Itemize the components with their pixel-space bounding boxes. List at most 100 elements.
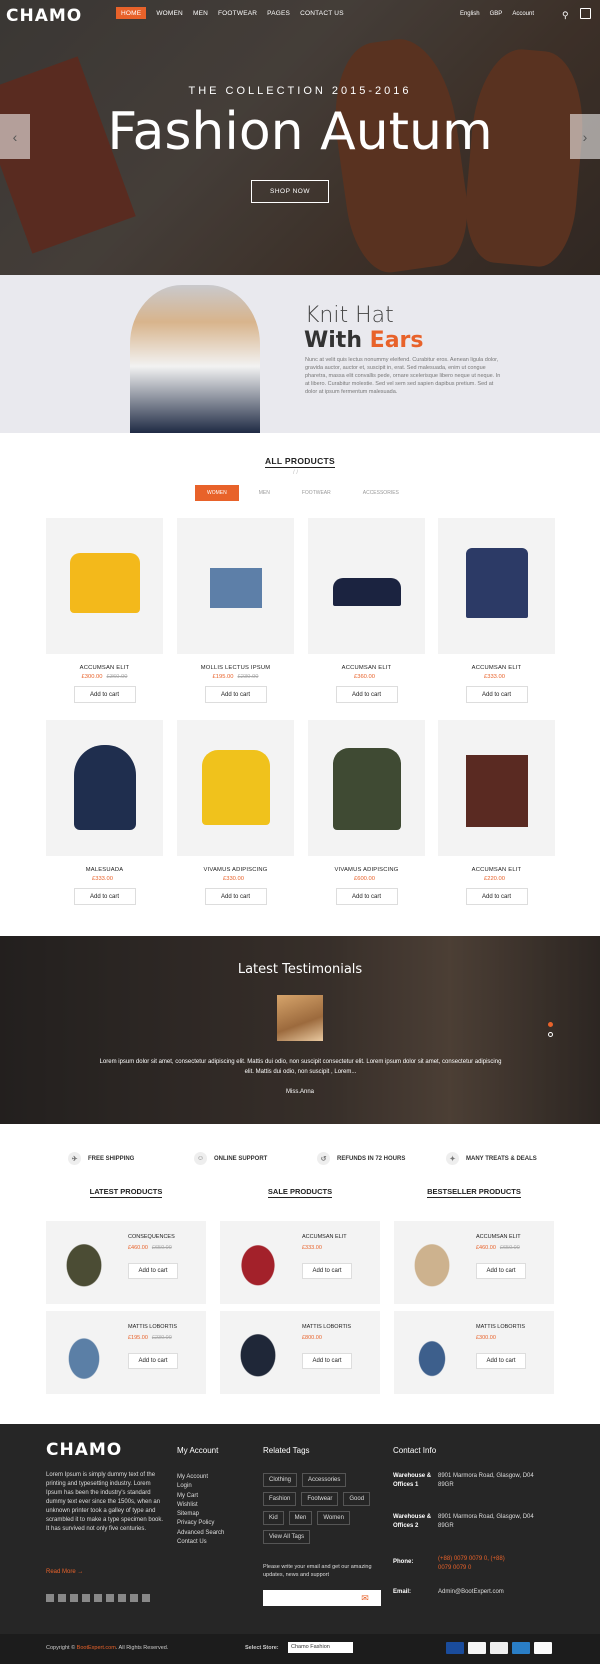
promo-banner[interactable] [0,275,600,433]
product-thumb[interactable] [402,1319,462,1385]
add-to-cart-button[interactable]: Add to cart [204,686,267,703]
tag[interactable]: Clothing [263,1473,298,1487]
product-card[interactable]: MALESUADA £333.00 Add to cart [46,720,163,905]
tag[interactable]: Women [317,1511,350,1525]
read-more-link[interactable]: Read More → [46,1569,83,1575]
product-card[interactable]: ACCUMSAN ELIT £220.00 Add to cart [438,720,555,905]
menu-pages[interactable]: PAGES [267,10,290,19]
add-to-cart-button[interactable]: Add to cart [204,888,267,905]
add-to-cart-button[interactable]: Add to cart [302,1353,352,1369]
contact-email[interactable]: Admin@BootExpert.com [438,1588,543,1597]
product-name[interactable]: MOLLIS LECTUS IPSUM [177,665,294,671]
dot-2[interactable] [548,1032,553,1037]
menu-men[interactable]: MEN [193,10,208,19]
product-name[interactable]: VIVAMUS ADIPISCING [308,867,425,873]
tag[interactable]: Accessories [302,1473,347,1487]
copyright-link[interactable]: BootExpert.com [77,1645,116,1651]
product-name[interactable]: CONSEQUENCES [128,1234,175,1240]
product-thumb[interactable] [228,1229,288,1295]
product-card[interactable]: ACCUMSAN ELIT £300.00 £360.00 Add to cart [46,518,163,703]
youtube-icon[interactable] [106,1594,114,1602]
product-name[interactable]: MATTIS LOBORTIS [128,1324,177,1330]
mini-product[interactable]: MATTIS LOBORTIS £300.00 Add to cart [394,1311,554,1394]
facebook-icon[interactable] [46,1594,54,1602]
link-privacy[interactable]: Privacy Policy [177,1520,224,1526]
add-to-cart-button[interactable]: Add to cart [465,888,528,905]
tab-footwear[interactable]: FOOTWEAR [290,485,343,501]
product-name[interactable]: VIVAMUS ADIPISCING [177,867,294,873]
add-to-cart-button[interactable]: Add to cart [73,686,136,703]
product-card[interactable]: MOLLIS LECTUS IPSUM £195.00 £230.00 Add t… [177,518,294,703]
product-image[interactable] [46,720,163,856]
product-name[interactable]: ACCUMSAN ELIT [438,665,555,671]
product-thumb[interactable] [402,1229,462,1295]
product-card[interactable]: VIVAMUS ADIPISCING £330.00 Add to cart [177,720,294,905]
mini-product[interactable]: MATTIS LOBORTIS £800.00 Add to cart [220,1311,380,1394]
add-to-cart-button[interactable]: Add to cart [128,1353,178,1369]
pinterest-icon[interactable] [82,1594,90,1602]
add-to-cart-button[interactable]: Add to cart [476,1353,526,1369]
tag[interactable]: Good [343,1492,371,1506]
newsletter-submit-icon[interactable]: ✉ [359,1592,371,1604]
tag[interactable]: Fashion [263,1492,297,1506]
product-card[interactable]: VIVAMUS ADIPISCING £600.00 Add to cart [308,720,425,905]
product-name[interactable]: MATTIS LOBORTIS [476,1324,525,1330]
product-name[interactable]: ACCUMSAN ELIT [476,1234,521,1240]
linkedin-icon[interactable] [94,1594,102,1602]
menu-contact[interactable]: CONTACT US [300,10,344,19]
rss-icon[interactable] [130,1594,138,1602]
mini-product[interactable]: MATTIS LOBORTIS £195.00 £230.00 Add to ca… [46,1311,206,1394]
shop-now-button[interactable]: SHOP NOW [251,180,329,203]
vimeo-icon[interactable] [142,1594,150,1602]
add-to-cart-button[interactable]: Add to cart [335,888,398,905]
product-name[interactable]: MATTIS LOBORTIS [302,1324,351,1330]
product-image[interactable] [308,720,425,856]
link-my-account[interactable]: My Account [177,1474,224,1480]
tag[interactable]: Kid [263,1511,284,1525]
product-image[interactable] [177,720,294,856]
search-icon[interactable]: ⚲ [562,10,569,21]
product-name[interactable]: MALESUADA [46,867,163,873]
google-plus-icon[interactable] [70,1594,78,1602]
product-image[interactable] [177,518,294,654]
product-name[interactable]: ACCUMSAN ELIT [46,665,163,671]
view-all-tags[interactable]: View All Tags [263,1530,311,1544]
link-contact[interactable]: Contact Us [177,1539,224,1545]
currency-select[interactable]: GBP [490,11,503,17]
add-to-cart-button[interactable]: Add to cart [465,686,528,703]
instagram-icon[interactable] [118,1594,126,1602]
tab-accessories[interactable]: ACCESSORIES [351,485,411,501]
add-to-cart-button[interactable]: Add to cart [73,888,136,905]
mini-product[interactable]: ACCUMSAN ELIT £460.00 £650.00 Add to cart [394,1221,554,1304]
tag[interactable]: Footwear [301,1492,339,1506]
logo[interactable]: CHAMO [6,6,82,26]
product-thumb[interactable] [54,1319,114,1385]
add-to-cart-button[interactable]: Add to cart [302,1263,352,1279]
tab-women[interactable]: WOMEN [195,485,239,501]
product-image[interactable] [308,518,425,654]
contact-phone[interactable]: (+88) 0079 0079 0, (+88) 0079 0079 0 [438,1555,508,1573]
tag[interactable]: Men [288,1511,313,1525]
product-name[interactable]: ACCUMSAN ELIT [302,1234,347,1240]
cart-icon[interactable] [580,8,591,19]
footer-logo[interactable]: CHAMO [46,1440,122,1460]
product-thumb[interactable] [228,1319,288,1385]
account-menu[interactable]: Account [512,11,534,17]
add-to-cart-button[interactable]: Add to cart [476,1263,526,1279]
language-select[interactable]: English [460,11,480,17]
mini-product[interactable]: CONSEQUENCES £460.00 £650.00 Add to cart [46,1221,206,1304]
product-image[interactable] [46,518,163,654]
link-advanced-search[interactable]: Advanced Search [177,1530,224,1536]
product-image[interactable] [438,720,555,856]
dot-1[interactable] [548,1022,553,1027]
menu-women[interactable]: WOMEN [156,10,183,19]
product-thumb[interactable] [54,1229,114,1295]
link-my-cart[interactable]: My Cart [177,1493,224,1499]
menu-footwear[interactable]: FOOTWEAR [218,10,257,19]
product-name[interactable]: ACCUMSAN ELIT [308,665,425,671]
add-to-cart-button[interactable]: Add to cart [335,686,398,703]
mini-product[interactable]: ACCUMSAN ELIT £333.00 Add to cart [220,1221,380,1304]
link-wishlist[interactable]: Wishlist [177,1502,224,1508]
twitter-icon[interactable] [58,1594,66,1602]
link-login[interactable]: Login [177,1483,224,1489]
